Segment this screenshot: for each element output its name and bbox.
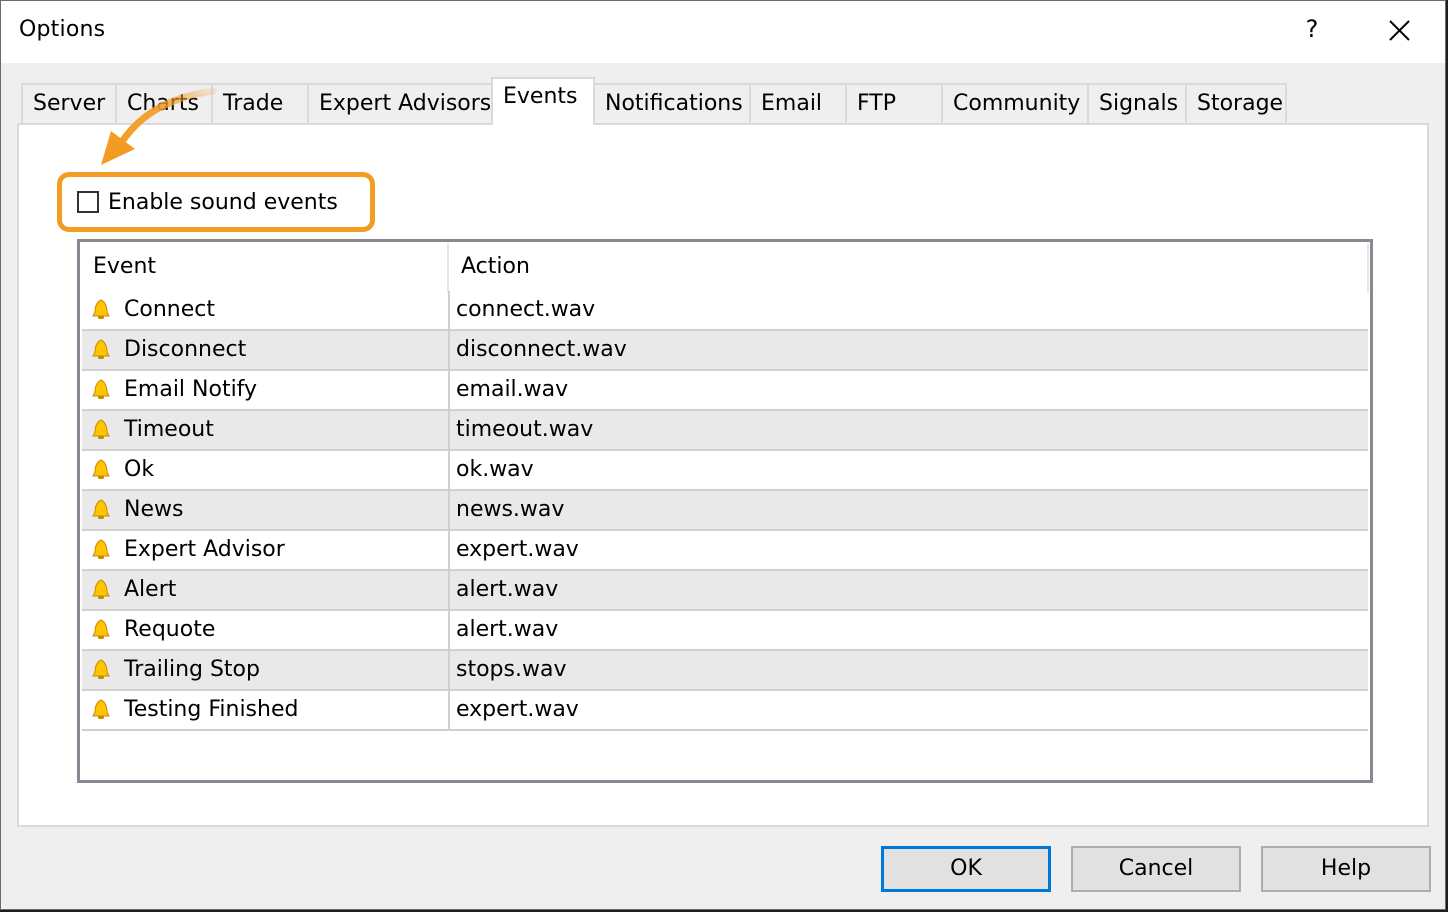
column-divider: [448, 651, 450, 691]
list-item[interactable]: Testing Finished expert.wav: [82, 691, 1368, 731]
list-item[interactable]: Requote alert.wav: [82, 611, 1368, 651]
column-divider: [448, 451, 450, 491]
event-name: Ok: [124, 457, 155, 482]
dialog-title: Options: [19, 17, 106, 42]
tab-email[interactable]: Email: [749, 83, 847, 123]
close-icon: [1389, 20, 1410, 41]
title-bar: Options ?: [1, 1, 1445, 63]
column-divider[interactable]: [447, 244, 449, 292]
list-item[interactable]: Trailing Stop stops.wav: [82, 651, 1368, 691]
column-divider: [448, 491, 450, 531]
column-header-action[interactable]: Action: [461, 242, 530, 292]
bell-icon: [92, 379, 110, 399]
tab-expert-advisors[interactable]: Expert Advisors: [307, 83, 493, 123]
tab-ftp[interactable]: FTP: [845, 83, 943, 123]
event-name: Connect: [124, 297, 215, 322]
tab-events[interactable]: Events: [491, 77, 595, 125]
event-action: disconnect.wav: [456, 337, 627, 362]
tab-label: Server: [33, 91, 106, 116]
tab-server[interactable]: Server: [21, 83, 117, 123]
bell-icon: [92, 699, 110, 719]
tab-trade[interactable]: Trade: [211, 83, 309, 123]
list-item[interactable]: Disconnect disconnect.wav: [82, 331, 1368, 371]
cancel-button[interactable]: Cancel: [1071, 846, 1241, 892]
tab-notifications[interactable]: Notifications: [593, 83, 751, 123]
events-list[interactable]: Event Action Connect connect.wav Disconnec…: [77, 239, 1373, 783]
bell-icon: [92, 499, 110, 519]
options-dialog: Options ? Server Charts Trade Expert Adv…: [0, 0, 1446, 910]
list-item[interactable]: Connect connect.wav: [82, 291, 1368, 331]
event-name: Testing Finished: [124, 697, 299, 722]
column-divider[interactable]: [1367, 244, 1369, 292]
ok-button[interactable]: OK: [881, 846, 1051, 892]
event-name: Expert Advisor: [124, 537, 285, 562]
list-item[interactable]: News news.wav: [82, 491, 1368, 531]
tab-label: Signals: [1099, 91, 1179, 116]
enable-sound-events-option[interactable]: Enable sound events: [77, 187, 338, 217]
event-action: email.wav: [456, 377, 569, 402]
column-divider: [448, 291, 450, 331]
tab-label: Trade: [223, 91, 284, 116]
list-item[interactable]: Email Notify email.wav: [82, 371, 1368, 411]
event-name: Alert: [124, 577, 177, 602]
list-item[interactable]: Timeout timeout.wav: [82, 411, 1368, 451]
tab-label: Charts: [127, 91, 199, 116]
enable-sound-events-label: Enable sound events: [108, 189, 338, 215]
column-divider: [448, 371, 450, 411]
event-action: ok.wav: [456, 457, 534, 482]
tab-label: Expert Advisors: [319, 91, 492, 116]
bell-icon: [92, 619, 110, 639]
list-item[interactable]: Ok ok.wav: [82, 451, 1368, 491]
bell-icon: [92, 579, 110, 599]
column-divider: [448, 611, 450, 651]
column-divider: [448, 571, 450, 611]
bell-icon: [92, 419, 110, 439]
close-button[interactable]: [1381, 13, 1417, 49]
tab-label: Storage: [1197, 91, 1284, 116]
bell-icon: [92, 459, 110, 479]
bell-icon: [92, 539, 110, 559]
event-name: Email Notify: [124, 377, 258, 402]
event-action: stops.wav: [456, 657, 567, 682]
bell-icon: [92, 659, 110, 679]
event-action: news.wav: [456, 497, 565, 522]
tab-label: Community: [953, 91, 1081, 116]
tab-label: Notifications: [605, 91, 743, 116]
event-action: expert.wav: [456, 697, 579, 722]
list-item[interactable]: Alert alert.wav: [82, 571, 1368, 611]
event-action: timeout.wav: [456, 417, 594, 442]
tab-label: FTP: [857, 91, 896, 116]
event-name: News: [124, 497, 184, 522]
tab-label: Events: [503, 84, 578, 109]
tab-storage[interactable]: Storage: [1185, 83, 1287, 123]
column-header-event[interactable]: Event: [93, 242, 156, 292]
tab-signals[interactable]: Signals: [1087, 83, 1187, 123]
tab-community[interactable]: Community: [941, 83, 1089, 123]
list-rows: Connect connect.wav Disconnect disconnect.w…: [82, 291, 1368, 731]
column-divider: [448, 531, 450, 571]
list-item[interactable]: Expert Advisor expert.wav: [82, 531, 1368, 571]
event-name: Disconnect: [124, 337, 247, 362]
help-button[interactable]: Help: [1261, 846, 1431, 892]
enable-sound-events-checkbox[interactable]: [77, 191, 99, 213]
event-action: alert.wav: [456, 577, 559, 602]
event-name: Trailing Stop: [124, 657, 260, 682]
tab-charts[interactable]: Charts: [115, 83, 213, 123]
list-header: Event Action: [80, 242, 1370, 292]
event-action: connect.wav: [456, 297, 596, 322]
tab-label: Email: [761, 91, 823, 116]
column-divider: [448, 411, 450, 451]
bell-icon: [92, 299, 110, 319]
event-name: Timeout: [124, 417, 214, 442]
bell-icon: [92, 339, 110, 359]
event-name: Requote: [124, 617, 216, 642]
event-action: expert.wav: [456, 537, 579, 562]
column-divider: [448, 691, 450, 731]
help-title-button[interactable]: ?: [1299, 15, 1325, 47]
column-divider: [448, 331, 450, 371]
event-action: alert.wav: [456, 617, 559, 642]
